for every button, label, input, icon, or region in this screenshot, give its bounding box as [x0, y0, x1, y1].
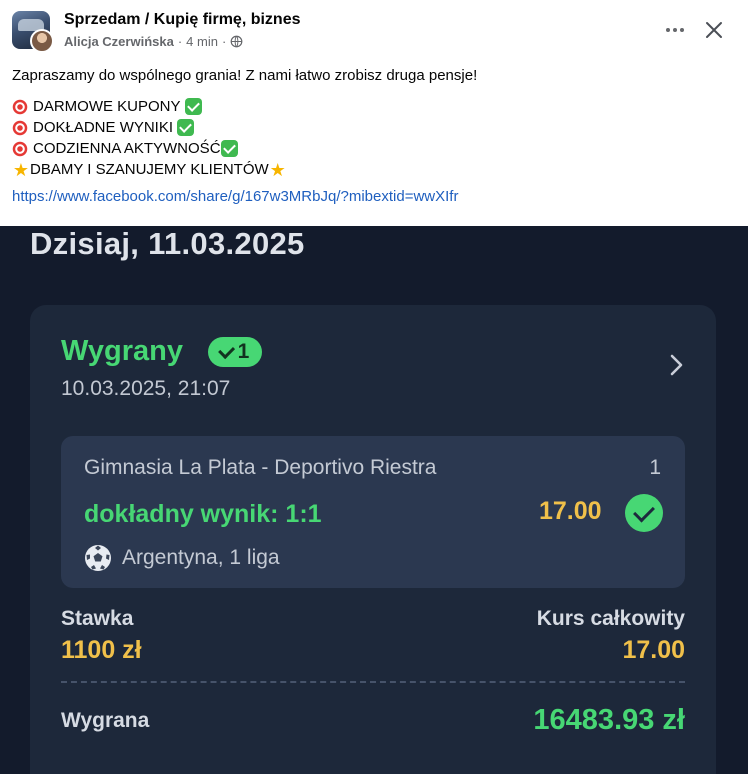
badge-count: 1: [237, 340, 250, 363]
share-link[interactable]: https://www.facebook.com/share/g/167w3MR…: [12, 186, 458, 207]
feature-text: CODZIENNA AKTYWNOŚĆ: [33, 140, 221, 157]
post-intro: Zapraszamy do wspólnego grania! Z nami ł…: [12, 67, 478, 84]
close-icon[interactable]: [703, 19, 725, 41]
feature-line: CODZIENNA AKTYWNOŚĆ: [12, 138, 732, 159]
check-icon: [184, 98, 202, 115]
total-odds-value: 17.00: [622, 636, 685, 664]
more-options-icon[interactable]: [664, 20, 686, 40]
star-icon: ★: [269, 159, 286, 180]
check-icon: [177, 119, 195, 136]
facebook-post: Sprzedam / Kupię firmę, biznes Alicja Cz…: [0, 0, 750, 226]
feature-line: DARMOWE KUPONY: [12, 96, 732, 117]
match-item[interactable]: Gimnasia La Plata - Deportivo Riestra 1 …: [61, 436, 685, 588]
feature-text: DBAMY I SZANUJEMY KLIENTÓW: [30, 161, 269, 178]
target-icon: [12, 119, 28, 136]
match-index: 1: [649, 456, 661, 479]
win-label: Wygrana: [61, 709, 150, 732]
stake-value: 1100 zł: [61, 636, 142, 664]
author-name-link[interactable]: Alicja Czerwińska: [64, 34, 174, 49]
star-icon: ★: [12, 159, 30, 180]
feature-text: DARMOWE KUPONY: [33, 98, 181, 115]
feature-line: ★ DBAMY I SZANUJEMY KLIENTÓW ★: [12, 159, 732, 180]
total-odds-label: Kurs całkowity: [536, 607, 685, 630]
globe-icon: [230, 35, 243, 48]
stake-label: Stawka: [61, 607, 134, 630]
post-body: Zapraszamy do wspólnego grania! Z nami ł…: [12, 65, 732, 207]
win-check-icon: [625, 494, 663, 532]
chevron-right-icon[interactable]: [668, 353, 684, 377]
feature-line: DOKŁADNE WYNIKI: [12, 117, 732, 138]
link-line: https://www.facebook.com/share/g/167w3MR…: [12, 186, 732, 207]
badge-check-icon: [217, 342, 235, 360]
status-badge: 1: [208, 337, 262, 367]
group-name-link[interactable]: Sprzedam / Kupię firmę, biznes: [64, 11, 301, 29]
match-pick: dokładny wynik: 1:1: [84, 500, 322, 528]
target-icon: [12, 98, 28, 115]
bet-slip-screenshot: Dzisiaj, 11.03.2025 Wygrany 1 10.03.2025…: [0, 226, 748, 774]
match-league: Argentyna, 1 liga: [122, 546, 280, 569]
post-time[interactable]: 4 min: [186, 34, 218, 49]
match-name: Gimnasia La Plata - Deportivo Riestra: [84, 456, 437, 479]
feature-text: DOKŁADNE WYNIKI: [33, 119, 174, 136]
match-odds: 17.00: [539, 497, 602, 525]
avatar-group[interactable]: [12, 11, 54, 53]
meta-separator: ·: [177, 34, 183, 49]
target-icon: [12, 140, 28, 157]
meta-separator: ·: [221, 34, 227, 49]
date-title: Dzisiaj, 11.03.2025: [30, 226, 305, 261]
win-value: 16483.93 zł: [533, 704, 685, 736]
football-icon: [85, 545, 111, 571]
bet-card[interactable]: Wygrany 1 10.03.2025, 21:07 Gimnasia La …: [30, 305, 716, 774]
bet-status: Wygrany: [61, 335, 183, 367]
bet-time: 10.03.2025, 21:07: [61, 377, 231, 400]
author-avatar[interactable]: [30, 29, 54, 53]
dashed-divider: [61, 681, 685, 683]
check-icon: [220, 140, 238, 157]
post-meta: Alicja Czerwińska · 4 min ·: [64, 34, 243, 49]
